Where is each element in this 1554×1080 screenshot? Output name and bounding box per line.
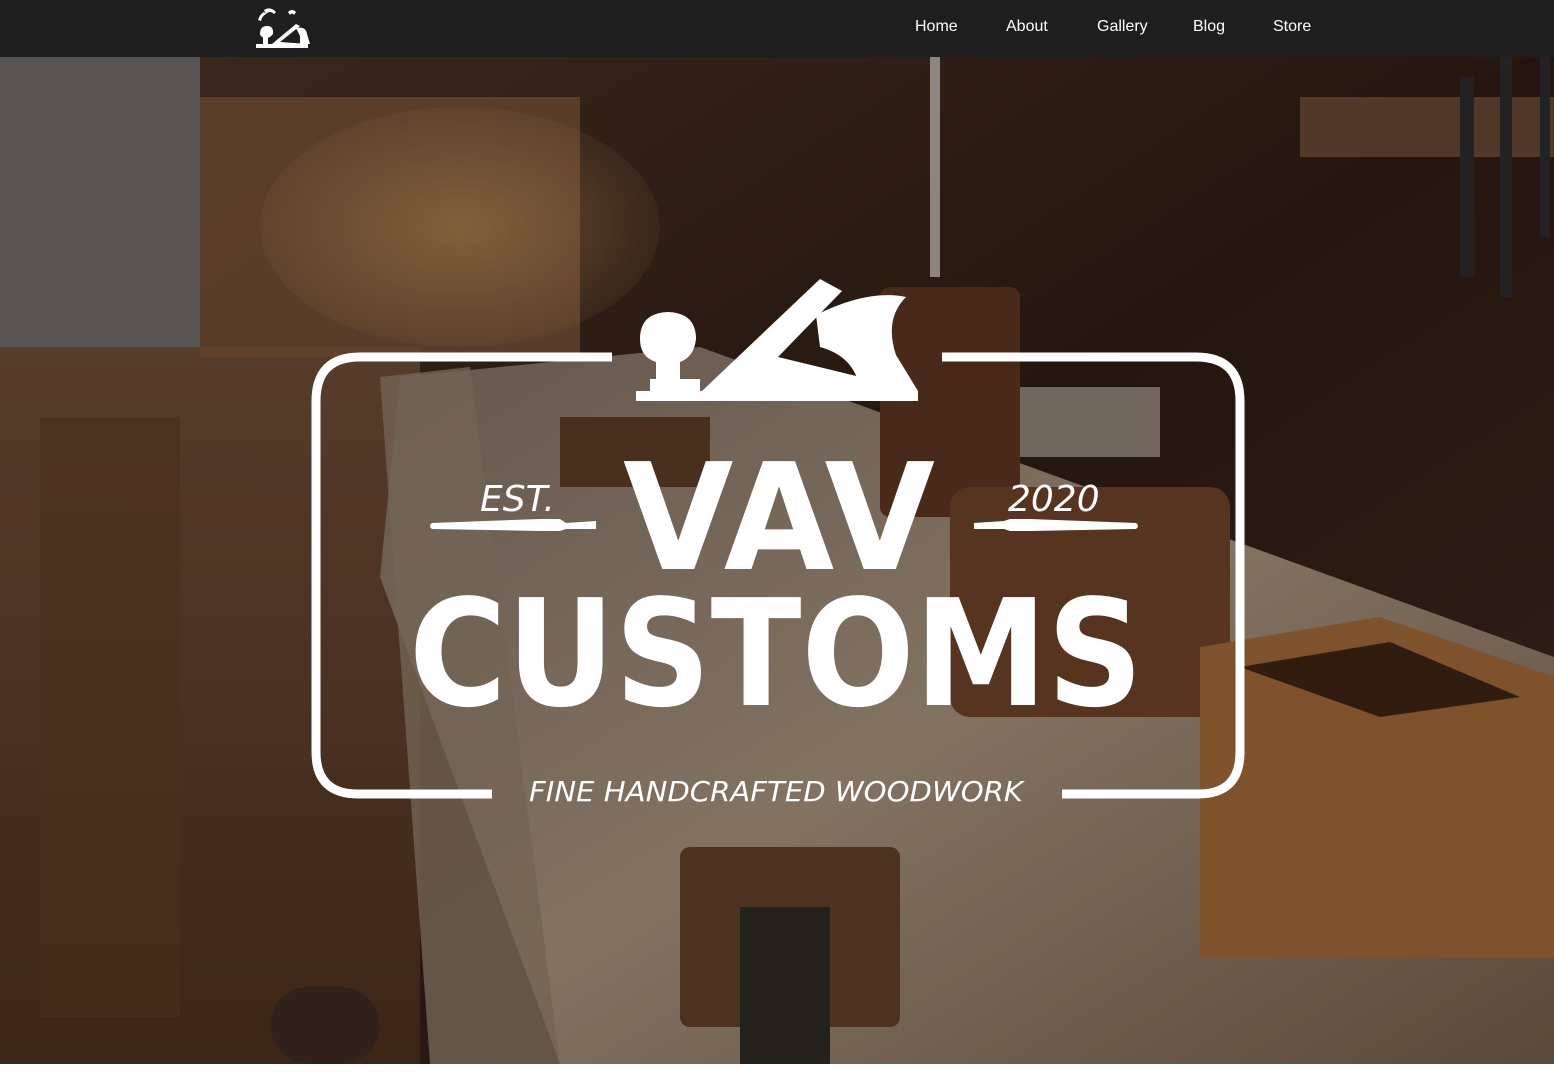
chisel-left-icon xyxy=(430,519,596,531)
nav-blog-link[interactable]: Blog xyxy=(1193,17,1225,37)
hand-plane-icon xyxy=(636,279,918,401)
nav-store-link[interactable]: Store xyxy=(1273,17,1311,37)
nav-gallery-link[interactable]: Gallery xyxy=(1097,17,1148,37)
chisel-right-icon xyxy=(974,519,1138,531)
brand-line-customs: CUSTOMS xyxy=(409,568,1143,740)
est-year: 2020 xyxy=(1008,479,1100,520)
est-label: EST. xyxy=(480,479,555,520)
main-nav: Home About Gallery Blog Store xyxy=(0,0,1554,57)
brand-tagline: FINE HANDCRAFTED WOODWORK xyxy=(529,775,1026,808)
top-navbar: Home About Gallery Blog Store xyxy=(0,0,1554,57)
nav-about-link[interactable]: About xyxy=(1006,17,1048,37)
hero-section: EST. 2020 VAV CUSTOMS FINE HANDCRAFTED W… xyxy=(0,57,1554,1064)
page-bottom-strip xyxy=(0,1064,1554,1080)
nav-home-link[interactable]: Home xyxy=(915,17,958,37)
brand-emblem: EST. 2020 VAV CUSTOMS FINE HANDCRAFTED W… xyxy=(311,279,1245,808)
